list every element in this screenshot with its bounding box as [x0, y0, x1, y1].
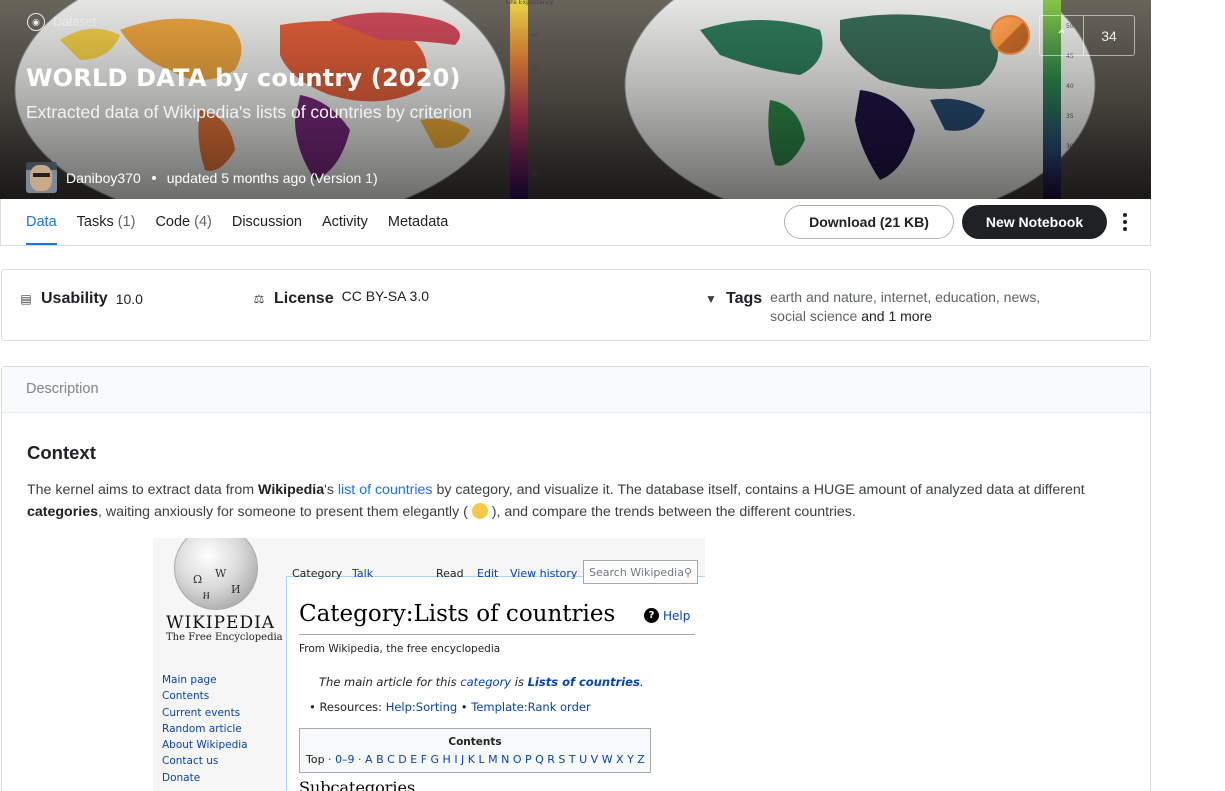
tab-label: Metadata	[387, 214, 449, 230]
wiki-nav-item: Current events	[162, 706, 241, 719]
wikipedia-tagline: The Free Encyclopedia	[166, 632, 283, 643]
license-item: ⚖ License CC BY-SA 3.0	[252, 288, 429, 308]
tab-code[interactable]: Code (4)	[155, 199, 211, 245]
help-icon: ?	[644, 608, 659, 623]
tab-metadata[interactable]: Metadata	[388, 199, 448, 245]
tab-label: Code	[155, 214, 191, 230]
wikipedia-resources: • Resources: Help:Sorting • Template:Ran…	[309, 700, 591, 714]
wiki-tab: View history	[510, 567, 578, 580]
wiki-nav-item: Random article	[162, 722, 242, 735]
wiki-nav-item: Main page	[162, 674, 217, 686]
wikipedia-screenshot-image: ΩWИអ WIKIPEDIA The Free Encyclopedia Mai…	[153, 538, 705, 791]
tag-link[interactable]: internet	[881, 289, 928, 305]
usability-value[interactable]: 10.0	[116, 291, 143, 307]
tag-icon: ▼	[705, 292, 717, 306]
tab-label: Discussion	[231, 214, 302, 230]
wiki-nav-item: Donate	[162, 771, 201, 784]
toc-title: Contents	[448, 736, 502, 748]
chevron-up-icon: ⌃	[1055, 27, 1068, 43]
smirk-emoji-icon	[471, 503, 488, 519]
wikipedia-sidebar-nav: Main page Contents Current events Random…	[162, 672, 248, 786]
wikipedia-search-box: Search Wikipedia ⚲	[583, 560, 698, 584]
tag-link[interactable]: earth and nature	[770, 289, 873, 305]
wiki-nav-item: Contact us	[162, 755, 219, 768]
separator-dot	[151, 175, 156, 180]
tab-label: Data	[26, 214, 57, 230]
tag-link[interactable]: social science	[770, 308, 857, 324]
usability-icon: ▤	[20, 292, 32, 306]
wiki-tab: Talk	[352, 567, 374, 580]
tab-label: Tasks	[76, 214, 114, 230]
new-notebook-button[interactable]: New Notebook	[962, 205, 1107, 239]
wikipedia-toc: Contents Top · 0–9 · A B C D E F G H I J…	[299, 728, 651, 773]
wikipedia-heading: Category:Lists of countries	[299, 601, 616, 627]
license-label: License	[274, 290, 334, 307]
wiki-nav-item: About Wikipedia	[162, 739, 248, 752]
dataset-hero: Life Expectancy 8075706560 504540353025 …	[0, 0, 1151, 199]
wikipedia-main-article: The main article for this category is Li…	[319, 675, 644, 689]
wikipedia-help: ? Help	[644, 608, 690, 623]
avatar[interactable]	[26, 162, 57, 193]
wiki-nav-item: Contents	[162, 690, 210, 703]
wikipedia-from-line: From Wikipedia, the free encyclopedia	[299, 643, 501, 655]
toc-row: Top · 0–9 · A B C D E F G H I J K L M N …	[306, 753, 645, 766]
upvote-widget: ⌃ 34	[1039, 15, 1135, 56]
wiki-tab: Read	[436, 567, 464, 580]
usability-item: ▤ Usability 10.0	[19, 290, 143, 308]
tab-discussion[interactable]: Discussion	[232, 199, 302, 245]
search-icon: ⚲	[683, 566, 692, 579]
tags-more-link[interactable]: and 1 more	[861, 308, 932, 324]
tags-list: earth and nature, internet, education, n…	[770, 289, 1041, 324]
tab-count: (4)	[194, 214, 212, 230]
usability-label: Usability	[41, 290, 108, 307]
vote-count: 34	[1101, 27, 1117, 44]
tab-label: Activity	[321, 214, 368, 230]
more-options-icon[interactable]	[1115, 209, 1135, 235]
dataset-icon: ◉	[27, 13, 45, 31]
wikipedia-wordmark: WIKIPEDIA	[166, 613, 276, 633]
tab-count: (1)	[117, 214, 136, 230]
wiki-tab: Category	[292, 567, 343, 580]
dataset-badge: ◉ Dataset	[27, 13, 96, 31]
description-header: Description	[2, 367, 1150, 413]
wiki-search-placeholder: Search Wikipedia	[589, 566, 684, 579]
list-of-countries-link[interactable]: list of countries	[338, 482, 433, 498]
heading-rule	[299, 634, 695, 635]
description-card: Description Context The kernel aims to e…	[1, 366, 1151, 791]
tag-link[interactable]: education	[935, 289, 996, 305]
wikipedia-subcategories-heading: Subcategories	[299, 778, 416, 791]
context-heading: Context	[27, 442, 96, 463]
tab-tasks[interactable]: Tasks (1)	[77, 199, 136, 245]
owner-row: Daniboy370 updated 5 months ago (Version…	[26, 162, 378, 193]
tag-link[interactable]: news	[1004, 289, 1037, 305]
context-paragraph: The kernel aims to extract data from Wik…	[27, 482, 1085, 520]
upvote-button[interactable]: ⌃	[1040, 16, 1084, 55]
wiki-tab: Edit	[477, 567, 499, 580]
tags-label: Tags	[726, 290, 763, 307]
dataset-subtitle: Extracted data of Wikipedia's lists of c…	[26, 102, 472, 122]
tags-item: ▼ Tags earth and nature, internet, educa…	[704, 289, 1070, 326]
download-button[interactable]: Download (21 KB)	[784, 205, 954, 239]
dataset-title: WORLD DATA by country (2020)	[26, 64, 461, 92]
badge-label: Dataset	[53, 15, 97, 29]
tab-activity[interactable]: Activity	[322, 199, 368, 245]
wiki-help-label: Help	[663, 608, 691, 623]
tab-list: Data Tasks (1) Code (4) Discussion Activ…	[26, 199, 468, 245]
owner-name[interactable]: Daniboy370	[66, 170, 141, 186]
updated-text: updated 5 months ago (Version 1)	[166, 169, 378, 186]
tab-data[interactable]: Data	[26, 199, 57, 245]
wikipedia-globe-logo: ΩWИអ	[174, 538, 258, 610]
scale-icon: ⚖	[253, 292, 265, 306]
license-value[interactable]: CC BY-SA 3.0	[342, 288, 429, 304]
bronze-medal-icon	[990, 15, 1030, 55]
dataset-meta-card: ▤ Usability 10.0 ⚖ License CC BY-SA 3.0 …	[1, 269, 1151, 341]
tabs-bar: Data Tasks (1) Code (4) Discussion Activ…	[0, 199, 1151, 246]
